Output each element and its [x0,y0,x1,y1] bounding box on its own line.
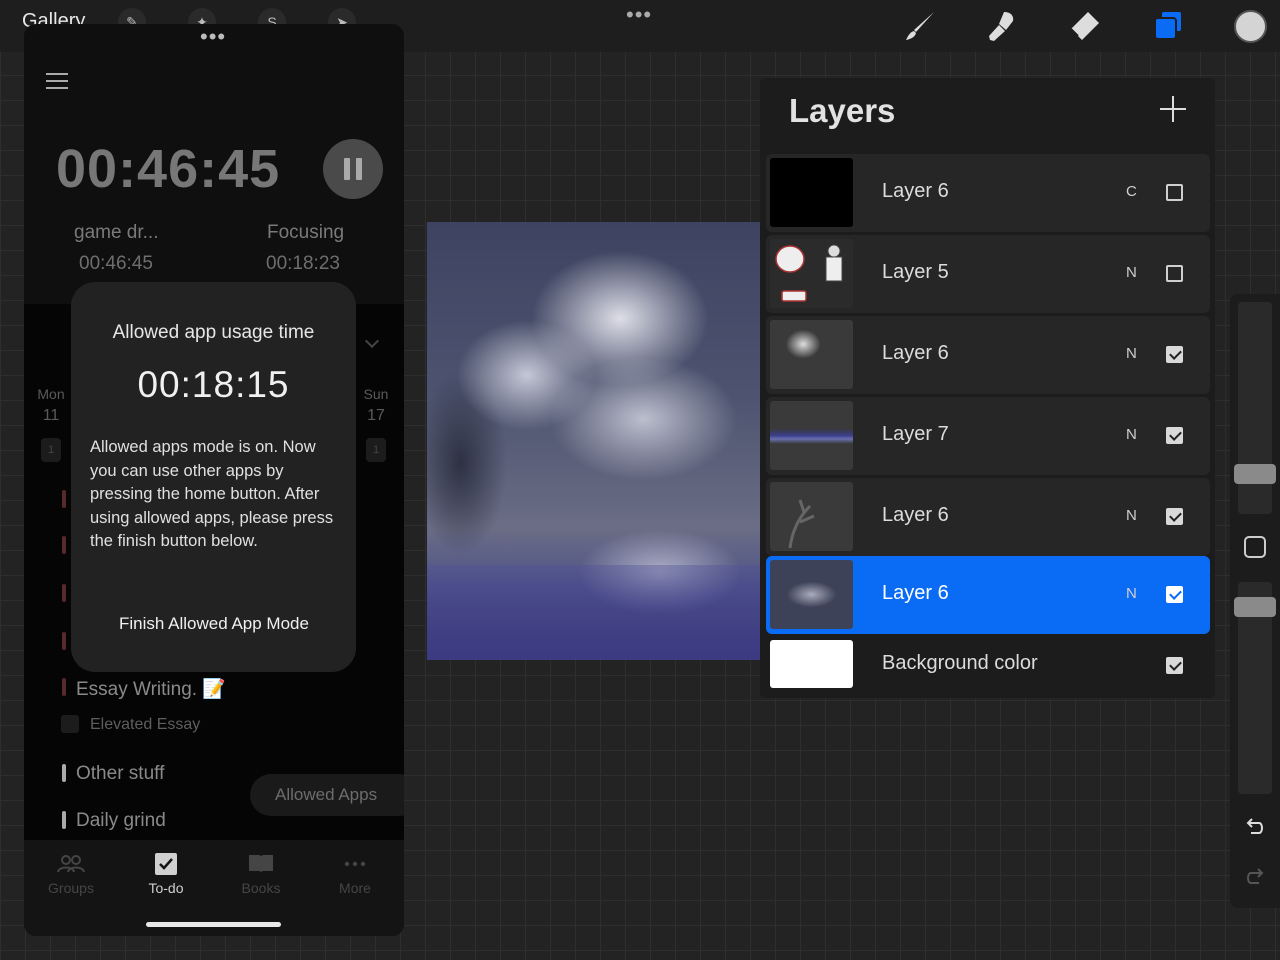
background-color-row[interactable]: Background color [766,638,1210,692]
layer-name: Layer 7 [882,423,949,445]
tab-label: More [339,880,371,896]
opacity-thumb[interactable] [1234,597,1276,617]
day-count: 1 [366,438,386,462]
color-picker-swatch[interactable] [1234,10,1267,43]
layer-row[interactable]: Layer 6 C [766,154,1210,232]
tab-label: To-do [148,880,184,896]
undo-icon[interactable] [1242,814,1268,840]
task-color-bar [62,490,66,508]
redo-icon[interactable] [1242,864,1268,890]
layer-name: Layer 5 [882,261,949,283]
layer-visibility-checkbox[interactable] [1166,265,1183,282]
dialog-body: Allowed apps mode is on. Now you can use… [90,438,334,551]
layer-blend-mode[interactable]: N [1126,345,1137,362]
layer-row[interactable]: Layer 5 N [766,235,1210,313]
task-color-bar [62,811,66,829]
day-label: Mon [37,386,65,402]
layer-name: Layer 6 [882,504,949,526]
task-color-bar [62,536,66,554]
tab-label: Groups [48,880,94,896]
layer-blend-mode[interactable]: N [1126,264,1137,281]
layer-blend-mode[interactable]: N [1126,585,1137,602]
layer-name: Layer 6 [882,180,949,202]
book-icon [221,850,301,878]
groups-icon [31,850,111,878]
home-indicator[interactable] [146,922,281,927]
layer-thumbnail [770,320,853,389]
day-label: Sun [363,386,389,402]
layer-blend-mode[interactable]: N [1126,426,1137,443]
top-more-dots[interactable]: ••• [626,2,652,28]
focus-timer: 00:46:45 [56,139,281,199]
eraser-icon[interactable] [1064,8,1104,44]
add-layer-plus-icon[interactable] [1158,94,1188,124]
stat-value: 00:18:23 [266,253,340,274]
opacity-slider[interactable] [1234,582,1276,794]
layer-row[interactable]: Layer 7 N [766,397,1210,475]
stat-label: game dr... [74,222,159,243]
brush-size-slider[interactable] [1234,302,1276,514]
layer-visibility-checkbox[interactable] [1166,586,1183,603]
task-color-bar [62,764,66,782]
tab-label: Books [241,880,281,896]
tab-books[interactable]: Books [221,850,301,896]
side-rail [1230,294,1280,908]
task-checkbox[interactable] [61,715,79,733]
modify-button[interactable] [1244,536,1266,558]
layer-visibility-checkbox[interactable] [1166,657,1183,674]
layers-panel: Layers Layer 6 C Layer 5 N Layer 6 N Lay… [760,78,1215,698]
dialog-timer: 00:18:15 [137,364,290,405]
background-color-swatch[interactable] [770,640,853,688]
layer-visibility-checkbox[interactable] [1166,427,1183,444]
stat-value: 00:46:45 [79,253,153,274]
layer-thumbnail [770,401,853,470]
app-window-dots[interactable]: ••• [200,24,226,50]
task-item[interactable]: Elevated Essay [90,716,200,734]
day-count: 1 [41,438,61,462]
layer-name: Layer 6 [882,582,949,604]
brush-icon[interactable] [900,8,940,44]
todo-check-icon [126,850,206,878]
task-color-bar [62,678,66,696]
canvas-artwork[interactable] [427,222,760,660]
layer-row[interactable]: Layer 6 N [766,478,1210,556]
layer-visibility-checkbox[interactable] [1166,346,1183,363]
layer-thumbnail [770,158,853,227]
allowed-app-dialog: Allowed app usage time 00:18:15 Allowed … [71,282,356,672]
task-color-bar [62,584,66,602]
layer-visibility-checkbox[interactable] [1166,184,1183,201]
tab-more[interactable]: More [315,850,395,896]
canvas-ground-area [427,565,760,660]
layers-title: Layers [789,92,896,129]
brush-size-thumb[interactable] [1234,464,1276,484]
layer-blend-mode[interactable]: N [1126,507,1137,524]
dialog-title: Allowed app usage time [112,322,315,343]
finish-allowed-app-mode-button[interactable]: Finish Allowed App Mode [119,614,339,634]
layer-row[interactable]: Layer 6 N [766,316,1210,394]
layer-thumbnail [770,482,853,551]
day-number[interactable]: 11 [36,407,66,425]
task-group-title[interactable]: Essay Writing. 📝 [76,677,226,701]
menu-icon[interactable] [46,73,68,89]
layers-icon[interactable] [1148,8,1188,44]
layer-row-selected[interactable]: Layer 6 N [766,556,1210,634]
layer-name: Layer 6 [882,342,949,364]
task-color-bar [62,632,66,650]
layer-thumbnail [770,239,853,308]
stat-label: Focusing [267,222,345,243]
layer-thumbnail [770,560,853,629]
smudge-icon[interactable] [982,8,1022,44]
pause-button[interactable] [323,139,383,199]
layer-visibility-checkbox[interactable] [1166,508,1183,525]
day-number[interactable]: 17 [361,407,391,425]
task-group-title[interactable]: Daily grind [76,810,166,832]
task-group-title[interactable]: Other stuff [76,763,164,785]
layer-name: Background color [882,652,1038,674]
more-dots-icon [315,850,395,878]
layer-blend-mode[interactable]: C [1126,183,1137,200]
allowed-apps-button[interactable]: Allowed Apps [250,774,404,816]
tab-todo[interactable]: To-do [126,850,206,896]
tab-groups[interactable]: Groups [31,850,111,896]
